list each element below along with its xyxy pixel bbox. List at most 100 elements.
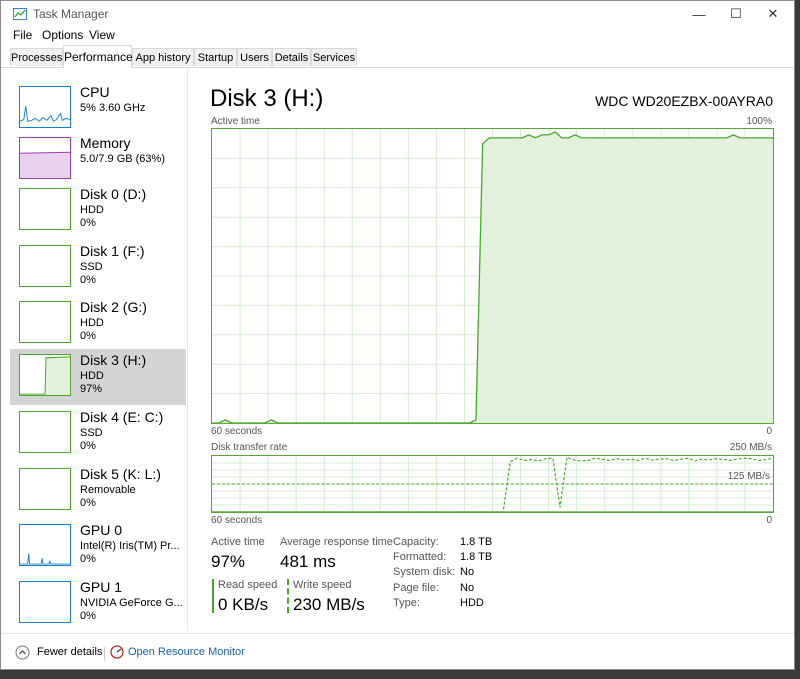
chevron-up-icon — [15, 645, 30, 660]
sidebar-item-gpu-1[interactable]: GPU 1 NVIDIA GeForce G... 0% — [10, 576, 186, 632]
menu-view[interactable]: View — [89, 28, 115, 42]
menu-bar: File Options View — [1, 27, 794, 45]
sidebar-item-name: CPU — [80, 84, 110, 100]
sidebar-item-disk-1[interactable]: Disk 1 (F:) SSD 0% — [10, 240, 186, 296]
sidebar-item-gpu-0[interactable]: GPU 0 Intel(R) Iris(TM) Pr... 0% — [10, 519, 186, 575]
close-button[interactable]: ✕ — [754, 1, 792, 27]
open-resource-monitor-link[interactable]: Open Resource Monitor — [110, 644, 260, 662]
write-speed-marker — [287, 579, 289, 613]
disk-3-thumbnail — [19, 354, 71, 396]
sidebar-item-name: Disk 4 (E: C:) — [80, 409, 164, 425]
tab-startup[interactable]: Startup — [194, 48, 237, 66]
sidebar-item-usage: 0% — [80, 553, 96, 565]
transfer-chart-mid: 125 MB/s — [727, 471, 770, 482]
read-speed-marker — [212, 579, 214, 613]
maximize-icon: ☐ — [730, 6, 742, 21]
menu-file[interactable]: File — [13, 28, 32, 42]
read-speed-value: 0 KB/s — [218, 595, 269, 614]
sidebar-item-name: Disk 5 (K: L:) — [80, 466, 161, 482]
minimize-button[interactable]: — — [680, 1, 718, 27]
sidebar-item-type: SSD — [80, 261, 103, 273]
gpu-1-thumbnail — [19, 581, 71, 623]
sidebar-item-disk-2[interactable]: Disk 2 (G:) HDD 0% — [10, 296, 186, 352]
sidebar-item-type: Removable — [80, 484, 136, 496]
sidebar-item-detail: Intel(R) Iris(TM) Pr... — [80, 540, 180, 552]
transfer-chart-max: 250 MB/s — [729, 442, 772, 453]
avg-response-value: 481 ms — [280, 552, 336, 571]
sidebar-item-usage: 0% — [80, 610, 96, 622]
page-title: Disk 3 (H:) — [210, 85, 324, 112]
formatted-value: 1.8 TB — [460, 551, 493, 563]
type-value: HDD — [460, 597, 484, 609]
sidebar-item-detail: 5.0/7.9 GB (63%) — [80, 153, 165, 165]
sidebar-item-usage: 0% — [80, 497, 96, 509]
sidebar-item-name: Disk 0 (D:) — [80, 186, 147, 202]
sidebar-item-name: Disk 2 (G:) — [80, 299, 147, 315]
tab-details[interactable]: Details — [272, 48, 311, 66]
disk-4-thumbnail — [19, 411, 71, 453]
maximize-button[interactable]: ☐ — [717, 1, 755, 27]
sidebar-item-disk-4[interactable]: Disk 4 (E: C:) SSD 0% — [10, 406, 186, 462]
disk-0-thumbnail — [19, 188, 71, 230]
sidebar-item-memory[interactable]: Memory 5.0/7.9 GB (63%) — [10, 132, 186, 188]
sidebar-item-detail: 5% 3.60 GHz — [80, 102, 146, 114]
sidebar-item-name: Disk 3 (H:) — [80, 352, 147, 368]
read-speed-label: Read speed — [218, 579, 278, 591]
fewer-details-label: Fewer details — [37, 646, 103, 658]
disk-1-thumbnail — [19, 245, 71, 287]
sidebar-item-detail: NVIDIA GeForce G... — [80, 597, 183, 609]
active-time-chart-label: Active time — [211, 116, 260, 127]
title-bar: Task Manager — ☐ ✕ — [1, 1, 794, 27]
capacity-value: 1.8 TB — [460, 536, 493, 548]
tab-processes[interactable]: Processes — [10, 48, 63, 66]
transfer-x-right: 0 — [766, 515, 772, 526]
tab-performance[interactable]: Performance — [63, 45, 133, 68]
disk-2-thumbnail — [19, 301, 71, 343]
close-icon: ✕ — [767, 6, 779, 21]
sidebar-item-usage: 0% — [80, 440, 96, 452]
tab-users[interactable]: Users — [237, 48, 272, 66]
open-resource-monitor-label: Open Resource Monitor — [128, 646, 245, 658]
transfer-rate-chart: 125 MB/s — [211, 455, 774, 513]
page-file-label: Page file: — [393, 582, 439, 594]
sidebar-item-name: GPU 0 — [80, 522, 123, 538]
minimize-icon: — — [692, 6, 706, 22]
sidebar-item-usage: 97% — [80, 383, 103, 395]
sidebar-item-type: HDD — [80, 204, 104, 216]
avg-response-label: Average response time — [280, 536, 393, 548]
sidebar-item-usage: 0% — [80, 217, 96, 229]
sidebar-item-disk-0[interactable]: Disk 0 (D:) HDD 0% — [10, 183, 186, 239]
active-time-chart-max: 100% — [746, 116, 772, 127]
disk-model: WDC WD20EZBX-00AYRA0 — [595, 93, 773, 109]
task-manager-icon — [13, 8, 27, 20]
formatted-label: Formatted: — [393, 551, 447, 563]
memory-thumbnail — [19, 137, 71, 179]
sidebar-item-name: Disk 1 (F:) — [80, 243, 145, 259]
write-speed-value: 230 MB/s — [293, 595, 365, 614]
sidebar: CPU 5% 3.60 GHz Memory 5.0/7.9 GB (63%) … — [1, 68, 188, 631]
task-manager-window: Task Manager — ☐ ✕ File Options View Pro… — [0, 0, 795, 670]
page-file-value: No — [460, 582, 475, 594]
active-time-label: Active time — [211, 536, 265, 548]
active-time-x-left: 60 seconds — [211, 426, 263, 437]
tab-app-history[interactable]: App history — [132, 48, 194, 66]
active-time-chart — [211, 128, 774, 424]
tab-bar: Processes Performance App history Startu… — [1, 45, 794, 68]
system-disk-value: No — [460, 566, 475, 578]
sidebar-item-disk-5[interactable]: Disk 5 (K: L:) Removable 0% — [10, 463, 186, 519]
write-speed-label: Write speed — [293, 579, 352, 591]
system-disk-label: System disk: — [393, 566, 456, 578]
sidebar-item-usage: 0% — [80, 274, 96, 286]
window-title: Task Manager — [33, 7, 109, 21]
sidebar-item-usage: 0% — [80, 330, 96, 342]
type-label: Type: — [393, 597, 420, 609]
menu-options[interactable]: Options — [42, 28, 83, 42]
sidebar-item-name: Memory — [80, 135, 131, 151]
sidebar-item-cpu[interactable]: CPU 5% 3.60 GHz — [10, 81, 186, 137]
active-time-value: 97% — [211, 552, 246, 571]
sidebar-item-type: SSD — [80, 427, 103, 439]
sidebar-item-type: HDD — [80, 370, 104, 382]
tab-services[interactable]: Services — [311, 48, 357, 66]
active-time-x-right: 0 — [766, 426, 772, 437]
sidebar-item-disk-3[interactable]: Disk 3 (H:) HDD 97% — [10, 349, 186, 405]
